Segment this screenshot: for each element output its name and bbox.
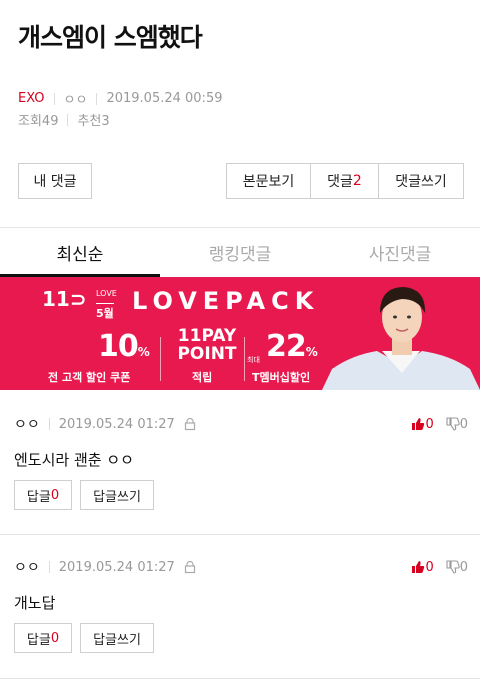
offer1-caption: 전 고객 할인 쿠폰 — [48, 371, 131, 384]
thumbs-down-icon — [446, 560, 460, 574]
comment-author: ㅇㅇ — [14, 417, 40, 433]
thumbs-up-icon — [412, 418, 425, 430]
dislike-button[interactable]: 0 — [446, 417, 468, 432]
comment-datetime: 2019.05.24 01:27 — [58, 416, 175, 432]
like-button[interactable]: 0 — [411, 559, 434, 575]
report-icon[interactable] — [183, 417, 197, 431]
report-icon[interactable] — [183, 560, 197, 574]
write-reply-button[interactable]: 답글쓰기 — [80, 623, 154, 653]
comment-meta: ㅇㅇ 2019.05.24 01:27 — [14, 557, 197, 577]
comment-author: ㅇㅇ — [14, 560, 40, 576]
offer2-caption: 적립 — [192, 371, 213, 384]
offer2-value: 11PAY POINT — [177, 326, 237, 364]
write-reply-button[interactable]: 답글쓰기 — [80, 480, 154, 510]
meta-divider — [48, 418, 50, 430]
dislike-count: 0 — [459, 559, 468, 575]
meta-divider — [96, 92, 98, 105]
dislike-button[interactable]: 0 — [446, 560, 468, 575]
offer3-caption: T멤버십할인 — [252, 371, 311, 384]
comment-meta: ㅇㅇ 2019.05.24 01:27 — [14, 414, 197, 434]
thumbs-up-icon — [412, 561, 425, 573]
banner-divider — [244, 337, 245, 381]
offer3-value: 22 — [266, 329, 307, 364]
post-category[interactable]: EXO — [18, 91, 45, 106]
thumbs-down-icon — [446, 417, 460, 431]
post-stats: 조회49 추천3 — [18, 110, 110, 129]
banner-model-photo — [322, 287, 480, 390]
dislike-count: 0 — [459, 416, 468, 432]
reply-label: 답글 — [26, 632, 51, 648]
tab-latest[interactable]: 최신순 — [0, 228, 160, 277]
banner-offer3: 22% — [266, 329, 318, 364]
comment-datetime: 2019.05.24 01:27 — [58, 559, 175, 575]
my-comments-button[interactable]: 내 댓글 — [18, 163, 92, 199]
comment-item: ㅇㅇ 2019.05.24 01:27 0 0 엔도시라 괜춘 ㅇㅇ 답글 0 답… — [0, 414, 480, 524]
comment-text: 개노답 — [14, 594, 56, 612]
like-button[interactable]: 0 — [411, 416, 434, 432]
banner-offer1: 10% — [98, 329, 150, 364]
post-recommends: 추천3 — [77, 114, 110, 129]
offer1-value: 10 — [98, 329, 139, 364]
comment-text: 엔도시라 괜춘 ㅇㅇ — [14, 451, 134, 469]
comment-votes: 0 0 — [411, 557, 468, 577]
meta-divider — [67, 113, 69, 126]
banner-month: 5월 — [96, 303, 114, 321]
banner-love-label: LOVE — [96, 289, 117, 298]
comments-label: 댓글 — [327, 174, 353, 190]
replies-button[interactable]: 답글 0 — [14, 480, 72, 510]
comment-votes: 0 0 — [411, 414, 468, 434]
comment-item: ㅇㅇ 2019.05.24 01:27 0 0 개노답 답글 0 답글쓰기 — [0, 557, 480, 667]
offer3-unit: % — [305, 345, 318, 359]
tab-photo[interactable]: 사진댓글 — [320, 228, 480, 277]
like-count: 0 — [425, 416, 434, 432]
reply-count: 0 — [50, 487, 60, 503]
post-action-group: 본문보기 댓글 2 댓글쓰기 — [226, 163, 464, 199]
post-author: ㅇㅇ — [63, 93, 88, 108]
view-post-button[interactable]: 본문보기 — [227, 164, 311, 198]
comment-divider — [0, 534, 480, 535]
meta-divider — [48, 561, 50, 573]
post-meta: EXO ㅇㅇ 2019.05.24 00:59 — [18, 89, 222, 108]
post-views: 조회49 — [18, 114, 59, 129]
tab-ranking[interactable]: 랭킹댓글 — [160, 228, 320, 277]
banner-divider — [160, 337, 161, 381]
reply-count: 0 — [50, 630, 60, 646]
lovepack-ad-banner[interactable]: 11⊃ LOVE 5월 LOVEPACK 10% 전 고객 할인 쿠폰 11PA… — [0, 277, 480, 390]
comment-sort-tabs: 최신순 랭킹댓글 사진댓글 — [0, 227, 480, 277]
offer1-unit: % — [137, 345, 150, 359]
post-datetime: 2019.05.24 00:59 — [106, 91, 223, 106]
reply-label: 답글 — [26, 489, 51, 505]
banner-logo: 11⊃ — [42, 287, 87, 311]
comments-button[interactable]: 댓글 2 — [311, 164, 379, 198]
meta-divider — [53, 92, 55, 105]
like-count: 0 — [425, 559, 434, 575]
banner-headline: LOVEPACK — [132, 287, 320, 315]
comment-divider — [0, 678, 480, 679]
post-title: 개스엠이 스엠했다 — [18, 23, 203, 52]
replies-button[interactable]: 답글 0 — [14, 623, 72, 653]
offer3-prefix: 최대 — [247, 356, 260, 364]
comments-count: 2 — [352, 173, 362, 189]
write-comment-button[interactable]: 댓글쓰기 — [379, 164, 463, 198]
